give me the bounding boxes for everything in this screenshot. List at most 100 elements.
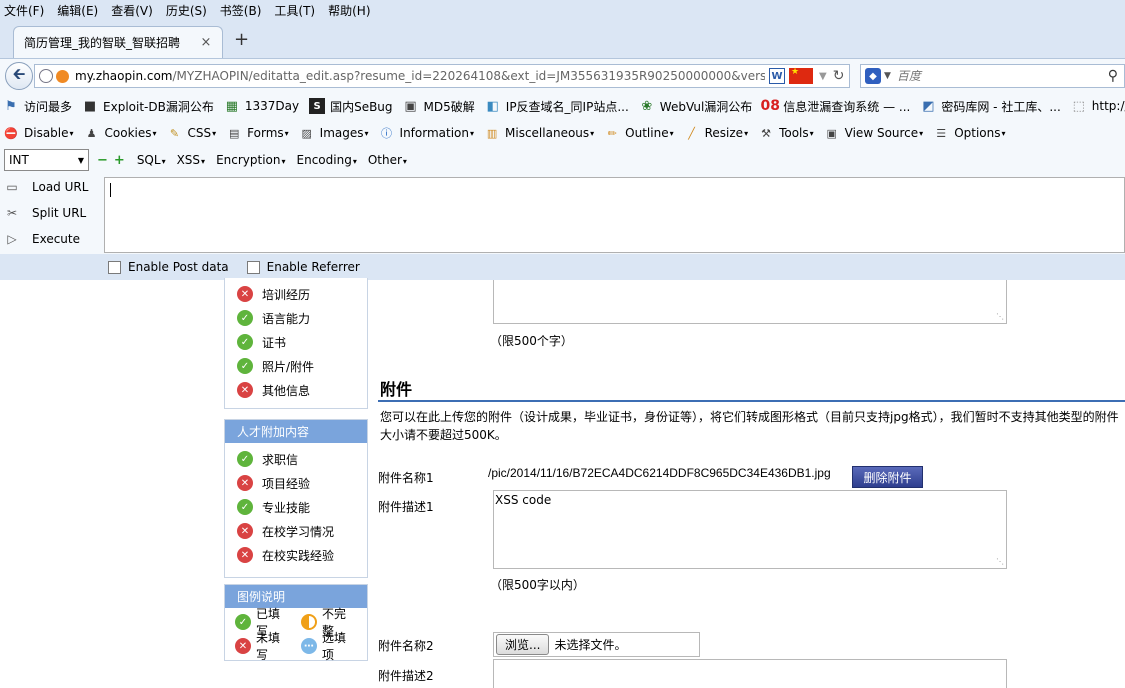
disable-menu[interactable]: ⛔ Disable ▾ [3,125,73,141]
bookmark-item-2[interactable]: ▦ 1337Day [224,98,299,114]
bookmark-item-7[interactable]: 08 信息泄漏查询系统 — ... [760,98,911,115]
search-input[interactable] [896,69,1108,83]
bookmark-label: 信息泄漏查询系统 — ... [783,99,911,114]
bookmark-item-0[interactable]: ⚑ 访问最多 [3,98,72,115]
information-menu[interactable]: ⓘ Information ▾ [379,125,474,141]
xss-menu[interactable]: XSS▾ [177,153,205,167]
menu-label: Outline [625,126,669,140]
chevron-down-icon: ▾ [284,128,289,138]
enable-referrer-label: Enable Referrer [266,260,360,274]
attachment-1-desc-textarea[interactable]: XSS code ⋱ [493,490,1007,569]
minus-icon[interactable]: − [97,153,108,168]
search-icon[interactable]: ⚲ [1108,68,1118,84]
encryption-menu[interactable]: Encryption▾ [216,153,285,167]
attachment-2-desc-textarea[interactable] [493,659,1007,688]
load-url-button[interactable]: ▭ Load URL [4,180,88,194]
sidebar-item[interactable]: ✕ 在校学习情况 [225,519,367,543]
dropdown-arrow-icon[interactable]: ▼ [819,71,827,82]
menu-item-3[interactable]: 历史(S) [166,2,207,19]
chevron-down-icon: ▾ [402,157,407,166]
cookies-menu[interactable]: ♟ Cookies ▾ [84,125,157,141]
cross-icon: ✕ [237,382,253,398]
cross-icon: ✕ [237,523,253,539]
bookmark-item-5[interactable]: ◧ IP反查域名_同IP站点... [485,98,629,115]
chevron-down-icon: ▾ [744,128,749,138]
search-bar[interactable]: ◆ ▼ ⚲ [860,64,1125,88]
menu-item-2[interactable]: 查看(V) [111,2,153,19]
hackbar-url-textarea[interactable] [104,177,1125,253]
word-icon[interactable]: W [769,68,785,84]
check-icon: ✓ [235,614,251,630]
resume-sections-list: ✕ 培训经历 ✓ 语言能力 ✓ 证书 ✓ 照片/附件 ✕ 其他信息 [224,278,368,409]
sidebar-item[interactable]: ✓ 专业技能 [225,495,367,519]
baidu-paw-icon[interactable]: ◆ [865,68,881,84]
images-menu[interactable]: ▨ Images ▾ [299,125,368,141]
new-tab-button[interactable]: + [234,29,249,50]
legend-row: ✕ 未填写 ⋯ 选填项 [225,631,367,662]
bookmark-item-6[interactable]: ❀ WebVul漏洞公布 [639,98,752,115]
china-flag-icon[interactable] [789,67,813,84]
attachment-2-file-input[interactable]: 浏览... 未选择文件。 [493,632,700,657]
bookmark-item-3[interactable]: S 国内SeBug [309,98,393,115]
css-menu[interactable]: ✎ CSS ▾ [167,125,216,141]
menu-item-1[interactable]: 编辑(E) [57,2,98,19]
url-bar[interactable]: my.zhaopin.com/MYZHAOPIN/editatta_edit.a… [34,64,850,88]
sidebar-item[interactable]: ✓ 照片/附件 [225,354,367,378]
back-button[interactable]: 🡰 [5,62,33,90]
leak-icon: 08 [760,98,781,114]
sidebar-item[interactable]: ✕ 培训经历 [225,282,367,306]
bookmark-item-8[interactable]: ◩ 密码库网 - 社工库、... [920,98,1061,115]
sql-menu[interactable]: SQL▾ [137,153,166,167]
close-icon[interactable]: × [200,35,212,50]
bookmark-item-1[interactable]: ■ Exploit-DB漏洞公布 [82,98,214,115]
menu-item-5[interactable]: 工具(T) [274,2,315,19]
information-icon: ⓘ [381,127,393,140]
sidebar-item[interactable]: ✕ 在校实践经验 [225,543,367,567]
sidebar-item[interactable]: ✓ 证书 [225,330,367,354]
view-source-menu[interactable]: ▣ View Source ▾ [824,125,923,141]
other-menu[interactable]: Other▾ [368,153,407,167]
sidebar-item[interactable]: ✓ 语言能力 [225,306,367,330]
menu-item-4[interactable]: 书签(B) [220,2,262,19]
menu-label: SQL [136,153,161,167]
menu-item-6[interactable]: 帮助(H) [328,2,370,19]
resize-grip-icon: ⋱ [996,557,1004,566]
load-url-label: Load URL [32,180,89,194]
menu-label: XSS [176,153,201,167]
forms-menu[interactable]: ▤ Forms ▾ [226,125,289,141]
sidebar-item[interactable]: ✕ 其他信息 [225,378,367,402]
type-select[interactable]: INT ▼ [4,149,89,171]
sidebar-item[interactable]: ✕ 项目经验 [225,471,367,495]
web-developer-toolbar: ⛔ Disable ▾ ♟ Cookies ▾ ✎ CSS ▾ ▤ Forms ▾ ▨ Images ▾ ⓘ I… [0,120,1125,146]
check-icon: ✓ [237,358,253,374]
menu-item-0[interactable]: 文件(F) [4,2,44,19]
url-text[interactable]: my.zhaopin.com/MYZHAOPIN/editatta_edit.a… [75,69,765,83]
miscellaneous-menu[interactable]: ▥ Miscellaneous ▾ [484,125,594,141]
reload-icon[interactable]: ↻ [833,68,845,84]
chevron-down-icon: ▾ [809,128,814,138]
no-file-label: 未选择文件。 [554,638,627,652]
bookmark-item-4[interactable]: ▣ MD5破解 [403,98,474,115]
forms-icon: ▤ [228,126,240,140]
menu-label: Resize [704,126,744,140]
delete-attachment-button[interactable]: 删除附件 [852,466,923,488]
options-menu[interactable]: ☰ Options ▾ [933,125,1005,141]
tab-resume[interactable]: 简历管理_我的智联_智联招聘 × [13,26,223,58]
execute-button[interactable]: ▷ Execute [4,232,80,246]
search-engine-dropdown-icon[interactable]: ▼ [884,71,891,81]
attachment-1-desc-label: 附件描述1 [378,500,434,514]
enable-referrer-checkbox[interactable] [246,260,260,274]
bookmark-item-9[interactable]: ⬚ http://c.sh [1071,98,1125,114]
outline-menu[interactable]: ✏ Outline ▾ [604,125,674,141]
tools-menu[interactable]: ⚒ Tools ▾ [758,125,814,141]
split-url-button[interactable]: ✂ Split URL [4,206,86,220]
sidebar-item[interactable]: ✓ 求职信 [225,447,367,471]
url-path: /MYZHAOPIN/editatta_edit.asp?resume_id=2… [172,69,766,83]
resize-menu[interactable]: ╱ Resize ▾ [684,125,748,141]
enable-post-checkbox[interactable] [108,260,121,274]
plus-icon[interactable]: + [114,153,125,168]
site-identity-icon[interactable] [56,69,69,83]
previous-textarea[interactable]: ⋱ [493,280,1007,324]
browse-button[interactable]: 浏览... [496,634,550,655]
encoding-menu[interactable]: Encoding▾ [297,153,357,167]
